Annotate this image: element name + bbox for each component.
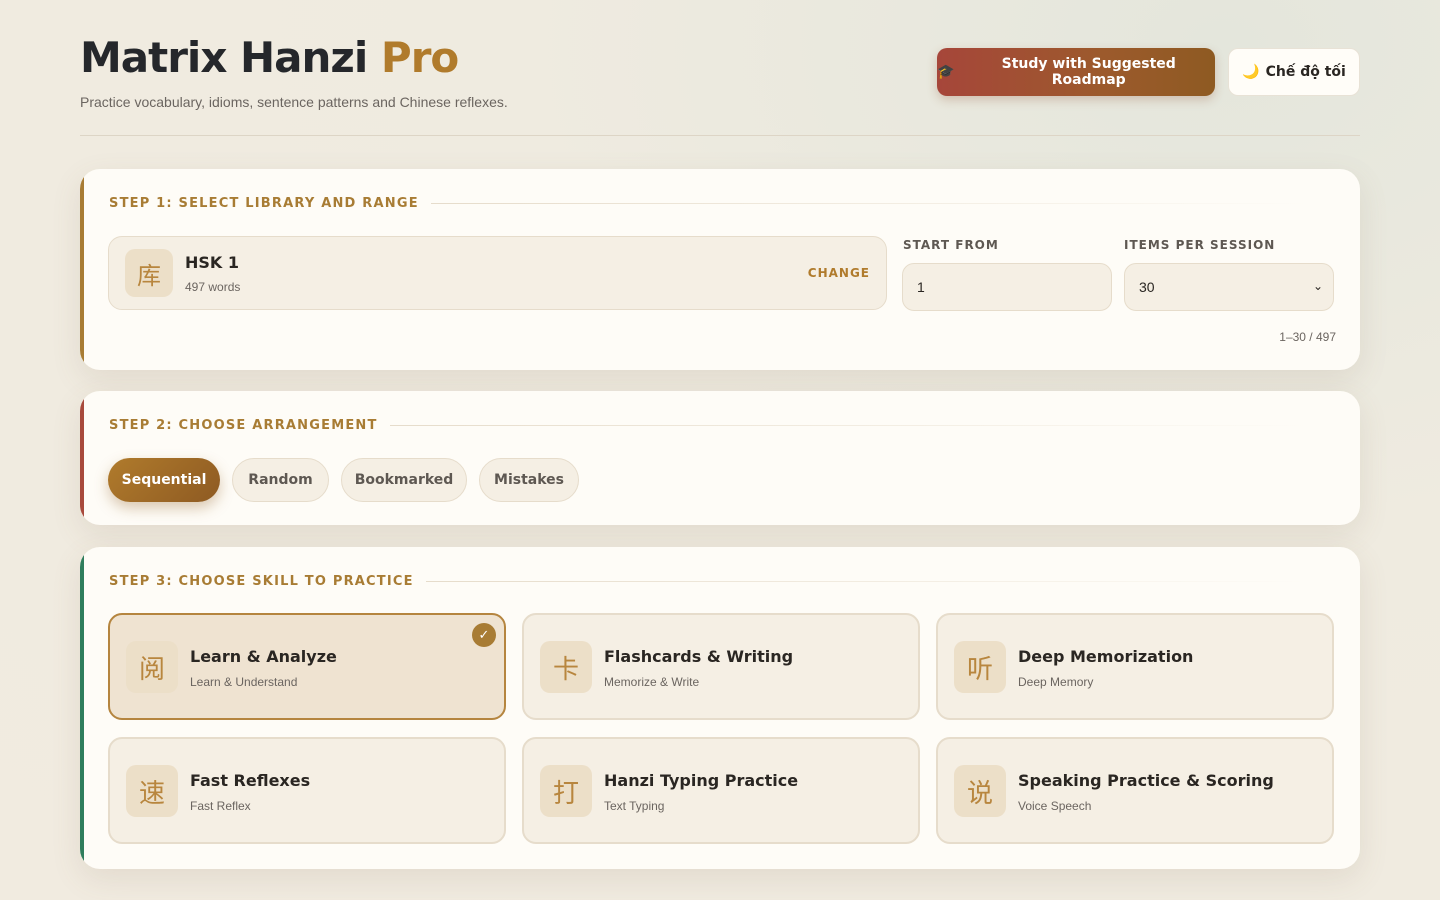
- skill-subtitle: Deep Memory: [1018, 675, 1094, 689]
- skill-grid: 阅 Learn & Analyze Learn & Understand ✓ 卡…: [108, 613, 1335, 844]
- range-summary: 1–30 / 497: [1279, 330, 1336, 344]
- skill-name: Hanzi Typing Practice: [604, 771, 799, 790]
- step1-card: STEP 1: SELECT LIBRARY AND RANGE 库 HSK 1…: [80, 169, 1360, 370]
- arrangement-random[interactable]: Random: [232, 458, 329, 502]
- skill-name: Learn & Analyze: [190, 647, 337, 666]
- app-title-main: Matrix Hanzi: [80, 33, 368, 82]
- skill-deep-memorization[interactable]: 听 Deep Memorization Deep Memory: [936, 613, 1334, 720]
- step3-card: STEP 3: CHOOSE SKILL TO PRACTICE 阅 Learn…: [80, 547, 1360, 869]
- arrangement-options: Sequential Random Bookmarked Mistakes: [108, 458, 579, 502]
- roadmap-button-label: Study with Suggested Roadmap: [1001, 56, 1176, 88]
- skill-hanzi-typing[interactable]: 打 Hanzi Typing Practice Text Typing: [522, 737, 920, 844]
- skill-name: Deep Memorization: [1018, 647, 1194, 666]
- skill-name: Flashcards & Writing: [604, 647, 794, 666]
- type-glyph-icon: 打: [540, 765, 592, 817]
- step3-title: STEP 3: CHOOSE SKILL TO PRACTICE: [109, 574, 414, 589]
- skill-name: Speaking Practice & Scoring: [1018, 771, 1274, 790]
- start-from-input[interactable]: 1: [902, 263, 1112, 311]
- roadmap-button[interactable]: 🎓 Study with Suggested Roadmap: [937, 48, 1215, 96]
- skill-subtitle: Memorize & Write: [604, 675, 700, 689]
- page-header: Matrix Hanzi Pro Practice vocabulary, id…: [80, 32, 1360, 136]
- step1-title-row: STEP 1: SELECT LIBRARY AND RANGE: [109, 196, 1309, 211]
- change-library-link[interactable]: CHANGE: [808, 266, 870, 280]
- step2-title: STEP 2: CHOOSE ARRANGEMENT: [109, 418, 378, 433]
- step1-title: STEP 1: SELECT LIBRARY AND RANGE: [109, 196, 419, 211]
- read-glyph-icon: 阅: [126, 641, 178, 693]
- app-subtitle: Practice vocabulary, idioms, sentence pa…: [80, 94, 508, 110]
- skill-subtitle: Fast Reflex: [190, 799, 251, 813]
- moon-icon: 🌙: [1242, 64, 1260, 80]
- listen-glyph-icon: 听: [954, 641, 1006, 693]
- step2-title-divider: [389, 425, 1309, 426]
- step1-title-divider: [430, 203, 1309, 204]
- skill-subtitle: Learn & Understand: [190, 675, 298, 689]
- chevron-down-icon: ⌄: [1312, 279, 1323, 293]
- skill-learn-analyze[interactable]: 阅 Learn & Analyze Learn & Understand ✓: [108, 613, 506, 720]
- skill-subtitle: Voice Speech: [1018, 799, 1092, 813]
- step2-title-row: STEP 2: CHOOSE ARRANGEMENT: [109, 418, 1309, 433]
- items-per-session-value: 30: [1139, 279, 1155, 295]
- library-selector[interactable]: 库 HSK 1 497 words CHANGE: [108, 236, 887, 310]
- speak-glyph-icon: 说: [954, 765, 1006, 817]
- speed-glyph-icon: 速: [126, 765, 178, 817]
- dark-mode-button[interactable]: 🌙 Chế độ tối: [1228, 48, 1360, 96]
- step3-title-divider: [425, 581, 1309, 582]
- dark-mode-button-label: Chế độ tối: [1265, 64, 1346, 80]
- arrangement-mistakes[interactable]: Mistakes: [479, 458, 579, 502]
- app-title-accent: Pro: [380, 33, 459, 82]
- check-icon: ✓: [472, 623, 496, 647]
- library-word-count: 497 words: [185, 280, 241, 294]
- skill-flashcards-writing[interactable]: 卡 Flashcards & Writing Memorize & Write: [522, 613, 920, 720]
- skill-subtitle: Text Typing: [604, 799, 665, 813]
- step3-title-row: STEP 3: CHOOSE SKILL TO PRACTICE: [109, 574, 1309, 589]
- start-from-value: 1: [917, 279, 925, 295]
- arrangement-bookmarked[interactable]: Bookmarked: [341, 458, 467, 502]
- skill-speaking-practice[interactable]: 说 Speaking Practice & Scoring Voice Spee…: [936, 737, 1334, 844]
- step2-card: STEP 2: CHOOSE ARRANGEMENT Sequential Ra…: [80, 391, 1360, 525]
- library-glyph-icon: 库: [125, 249, 173, 297]
- library-name: HSK 1: [185, 253, 240, 272]
- items-per-session-label: ITEMS PER SESSION: [1124, 238, 1276, 252]
- card-glyph-icon: 卡: [540, 641, 592, 693]
- start-from-label: START FROM: [903, 238, 999, 252]
- skill-name: Fast Reflexes: [190, 771, 311, 790]
- arrangement-sequential[interactable]: Sequential: [108, 458, 220, 502]
- skill-fast-reflexes[interactable]: 速 Fast Reflexes Fast Reflex: [108, 737, 506, 844]
- graduation-cap-icon: 🎓: [937, 64, 955, 80]
- items-per-session-select[interactable]: 30 ⌄: [1124, 263, 1334, 311]
- header-actions: 🎓 Study with Suggested Roadmap 🌙 Chế độ …: [937, 48, 1360, 96]
